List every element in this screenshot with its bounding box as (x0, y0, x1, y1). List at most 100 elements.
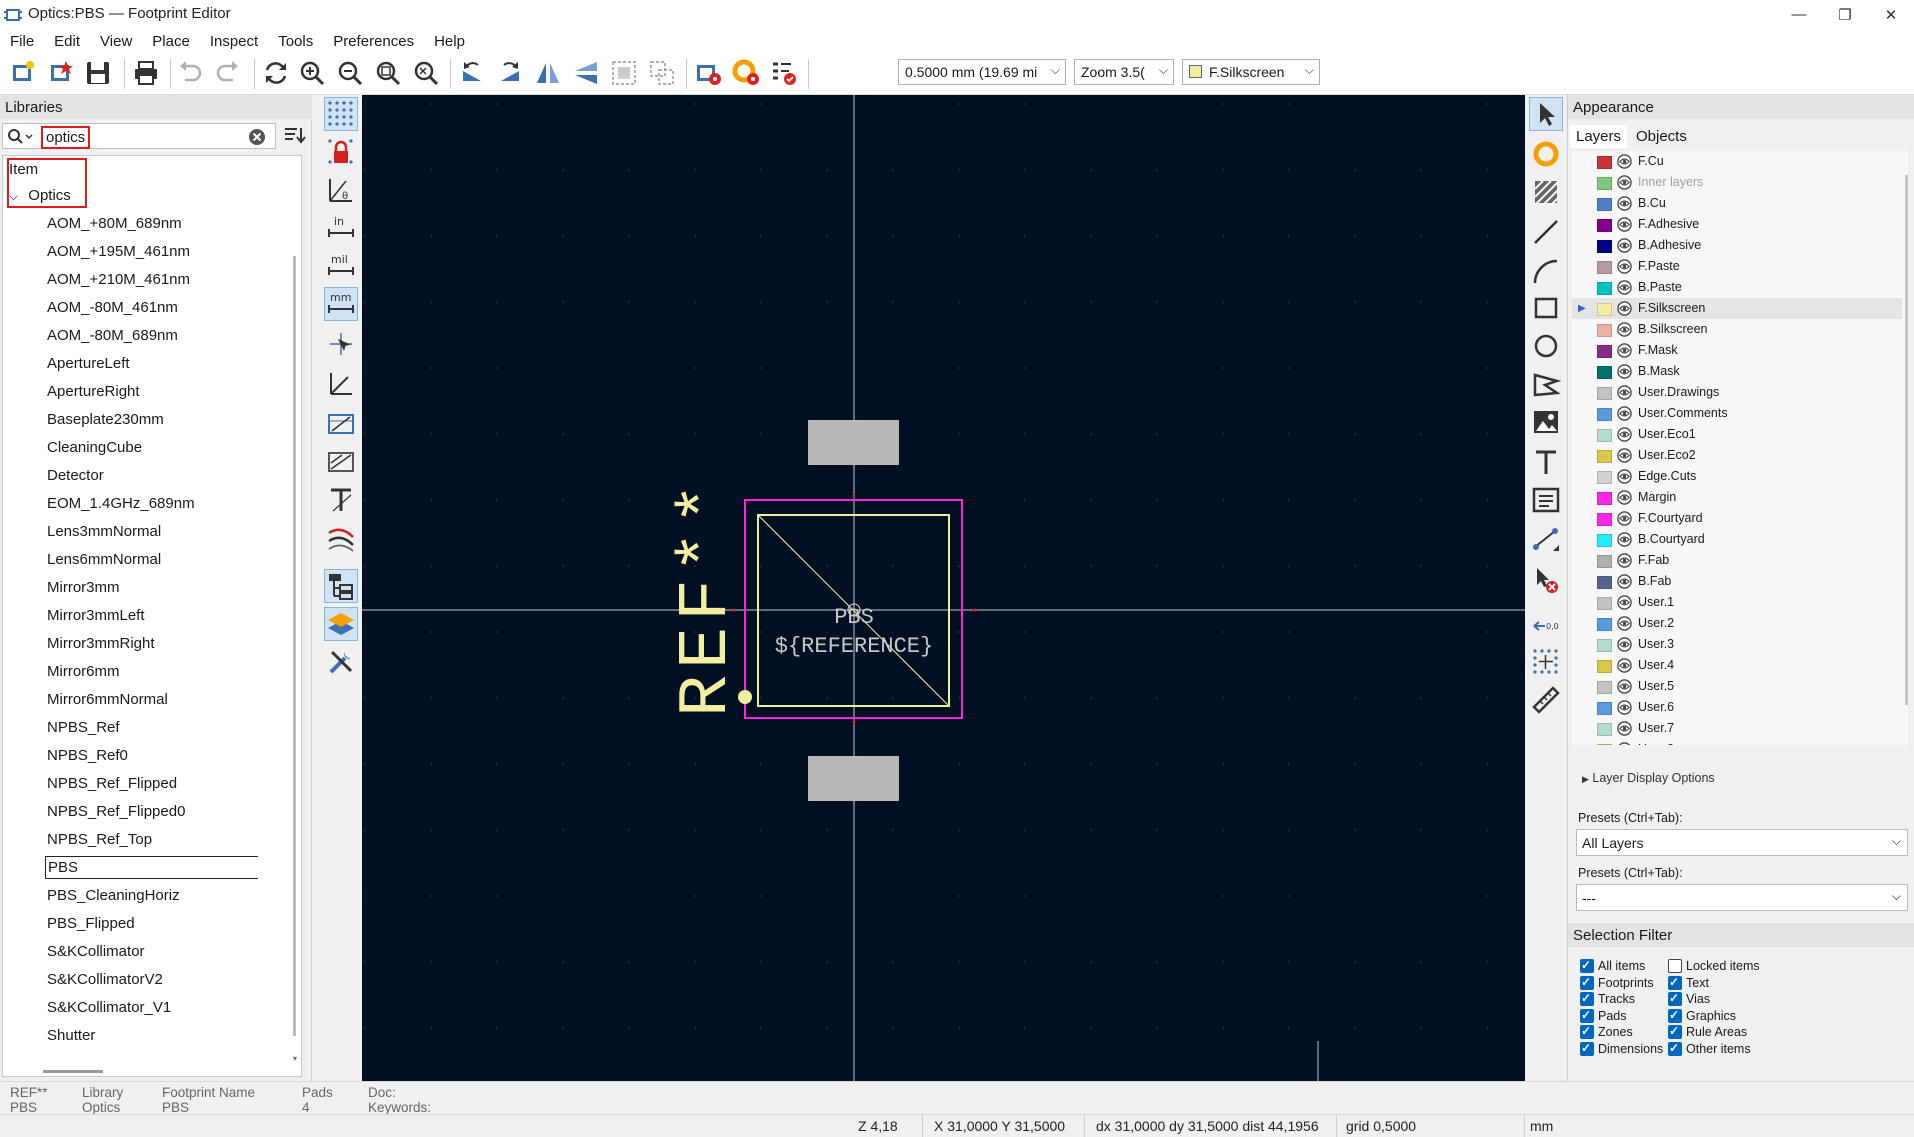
layer-row[interactable]: B.Mask (1572, 361, 1902, 382)
layer-row[interactable]: User.5 (1572, 676, 1902, 697)
footprint-list-item[interactable]: Mirror6mmNormal (3, 686, 301, 714)
group-icon[interactable] (608, 57, 640, 89)
layer-color-swatch[interactable] (1597, 366, 1612, 379)
footprint-list-item[interactable]: S&KCollimator_V1 (3, 994, 301, 1022)
delete-tool-icon[interactable] (1529, 563, 1563, 597)
footprint-list-item[interactable]: NPBS_Ref (3, 714, 301, 742)
visibility-eye-icon[interactable] (1617, 616, 1632, 631)
visibility-eye-icon[interactable] (1617, 238, 1632, 253)
layer-row[interactable]: F.Paste (1572, 256, 1902, 277)
visibility-eye-icon[interactable] (1617, 511, 1632, 526)
graphics-sketch-icon[interactable] (324, 445, 358, 479)
visibility-eye-icon[interactable] (1617, 406, 1632, 421)
contrast-mode-icon[interactable] (324, 521, 358, 555)
footprint-list-item[interactable]: AOM_+210M_461nm (3, 266, 301, 294)
layer-row[interactable]: B.Silkscreen (1572, 319, 1902, 340)
footprint-list-item[interactable]: PBS_Flipped (3, 910, 301, 938)
layer-row[interactable]: Edge.Cuts (1572, 466, 1902, 487)
new-footprint-icon[interactable] (6, 57, 38, 89)
footprint-list-item[interactable]: ApertureRight (3, 378, 301, 406)
text-sketch-icon[interactable] (324, 483, 358, 517)
footprint-list-item[interactable]: Mirror3mmLeft (3, 602, 301, 630)
mm-units-icon[interactable]: mm (324, 287, 358, 321)
cursor-crosshair-icon[interactable] (324, 327, 358, 361)
visibility-eye-icon[interactable] (1617, 448, 1632, 463)
zoom-select[interactable]: Zoom 3.5( ⌵ (1074, 59, 1174, 85)
pad-properties-icon[interactable] (730, 57, 762, 89)
pad-2[interactable] (808, 756, 899, 801)
footprint-list-item[interactable]: AOM_-80M_461nm (3, 294, 301, 322)
visibility-eye-icon[interactable] (1617, 280, 1632, 295)
select-tool-icon[interactable] (1529, 97, 1563, 131)
visibility-eye-icon[interactable] (1617, 742, 1632, 745)
visibility-eye-icon[interactable] (1617, 322, 1632, 337)
mil-units-icon[interactable]: mil (324, 249, 358, 283)
visibility-eye-icon[interactable] (1617, 595, 1632, 610)
layer-row[interactable]: User.Eco2 (1572, 445, 1902, 466)
print-icon[interactable] (130, 57, 162, 89)
mirror-v-icon[interactable] (570, 57, 602, 89)
layer-color-swatch[interactable] (1597, 618, 1612, 631)
tree-hscrollbar[interactable] (43, 1070, 103, 1073)
footprint-tree-toggle-icon[interactable] (324, 569, 358, 603)
layer-select[interactable]: F.Silkscreen ⌵ (1182, 59, 1320, 85)
layer-row[interactable]: F.Mask (1572, 340, 1902, 361)
menu-place[interactable]: Place (142, 29, 200, 53)
layer-color-swatch[interactable] (1597, 429, 1612, 442)
footprint-list-item[interactable]: NPBS_Ref_Top (3, 826, 301, 854)
layer-row[interactable]: User.8 (1572, 739, 1902, 745)
layer-color-swatch[interactable] (1597, 702, 1612, 715)
layer-row[interactable]: User.2 (1572, 613, 1902, 634)
footprint-list-item[interactable]: Mirror6mm (3, 658, 301, 686)
checkbox-checked-icon[interactable] (1668, 989, 1682, 1007)
menu-tools[interactable]: Tools (268, 29, 323, 53)
reference-designator[interactable]: REF** (668, 477, 747, 717)
menu-edit[interactable]: Edit (44, 29, 90, 53)
grid-toggle-icon[interactable] (324, 97, 358, 131)
layer-color-swatch[interactable] (1597, 492, 1612, 505)
footprint-list-item[interactable]: Lens6mmNormal (3, 546, 301, 574)
footprint-list-item[interactable]: Detector (3, 462, 301, 490)
inch-units-icon[interactable]: in (324, 211, 358, 245)
layer-row[interactable]: B.Courtyard (1572, 529, 1902, 550)
visibility-eye-icon[interactable] (1617, 721, 1632, 736)
footprint-list-item[interactable]: Lens3mmNormal (3, 518, 301, 546)
footprint-list-item[interactable]: EOM_1.4GHz_689nm (3, 490, 301, 518)
layer-color-swatch[interactable] (1597, 639, 1612, 652)
clear-search-icon[interactable] (247, 127, 267, 147)
draw-line-icon[interactable] (1529, 215, 1563, 249)
layer-row[interactable]: F.Adhesive (1572, 214, 1902, 235)
filter-checkbox[interactable]: Rule Areas (1668, 1022, 1747, 1041)
filter-checkbox[interactable]: Dimensions (1580, 1039, 1663, 1058)
footprint-properties-icon[interactable] (692, 57, 724, 89)
layer-color-swatch[interactable] (1597, 177, 1612, 190)
footprint-list-item[interactable]: Mirror3mm (3, 574, 301, 602)
appearance-panel-toggle-icon[interactable] (324, 607, 358, 641)
layer-color-swatch[interactable] (1597, 156, 1612, 169)
layer-row[interactable]: User.4 (1572, 655, 1902, 676)
draw-circle-icon[interactable] (1529, 329, 1563, 363)
ungroup-icon[interactable] (646, 57, 678, 89)
checkbox-checked-icon[interactable] (1580, 973, 1594, 991)
layer-color-swatch[interactable] (1597, 450, 1612, 463)
layer-color-swatch[interactable] (1597, 387, 1612, 400)
close-window-button[interactable]: ✕ (1868, 0, 1914, 29)
set-anchor-icon[interactable]: 0,0 (1529, 609, 1563, 643)
footprint-list-item[interactable]: CleaningCube (3, 434, 301, 462)
visibility-eye-icon[interactable] (1617, 532, 1632, 547)
menu-view[interactable]: View (90, 29, 142, 53)
zoom-in-icon[interactable] (296, 57, 328, 89)
menu-help[interactable]: Help (424, 29, 475, 53)
reference-field-text[interactable]: ${REFERENCE} (775, 634, 933, 659)
filter-checkbox[interactable]: Other items (1668, 1039, 1751, 1058)
pads-sketch-icon[interactable] (324, 407, 358, 441)
library-search-input[interactable]: optics (41, 126, 91, 149)
layer-color-swatch[interactable] (1597, 219, 1612, 232)
checkbox-checked-icon[interactable] (1668, 1006, 1682, 1024)
footprint-list-item[interactable]: PBS (3, 854, 301, 882)
visibility-eye-icon[interactable] (1617, 217, 1632, 232)
layer-color-swatch[interactable] (1597, 576, 1612, 589)
layer-row[interactable]: User.6 (1572, 697, 1902, 718)
new-from-template-icon[interactable] (44, 57, 76, 89)
library-search-field[interactable]: optics (2, 123, 276, 149)
